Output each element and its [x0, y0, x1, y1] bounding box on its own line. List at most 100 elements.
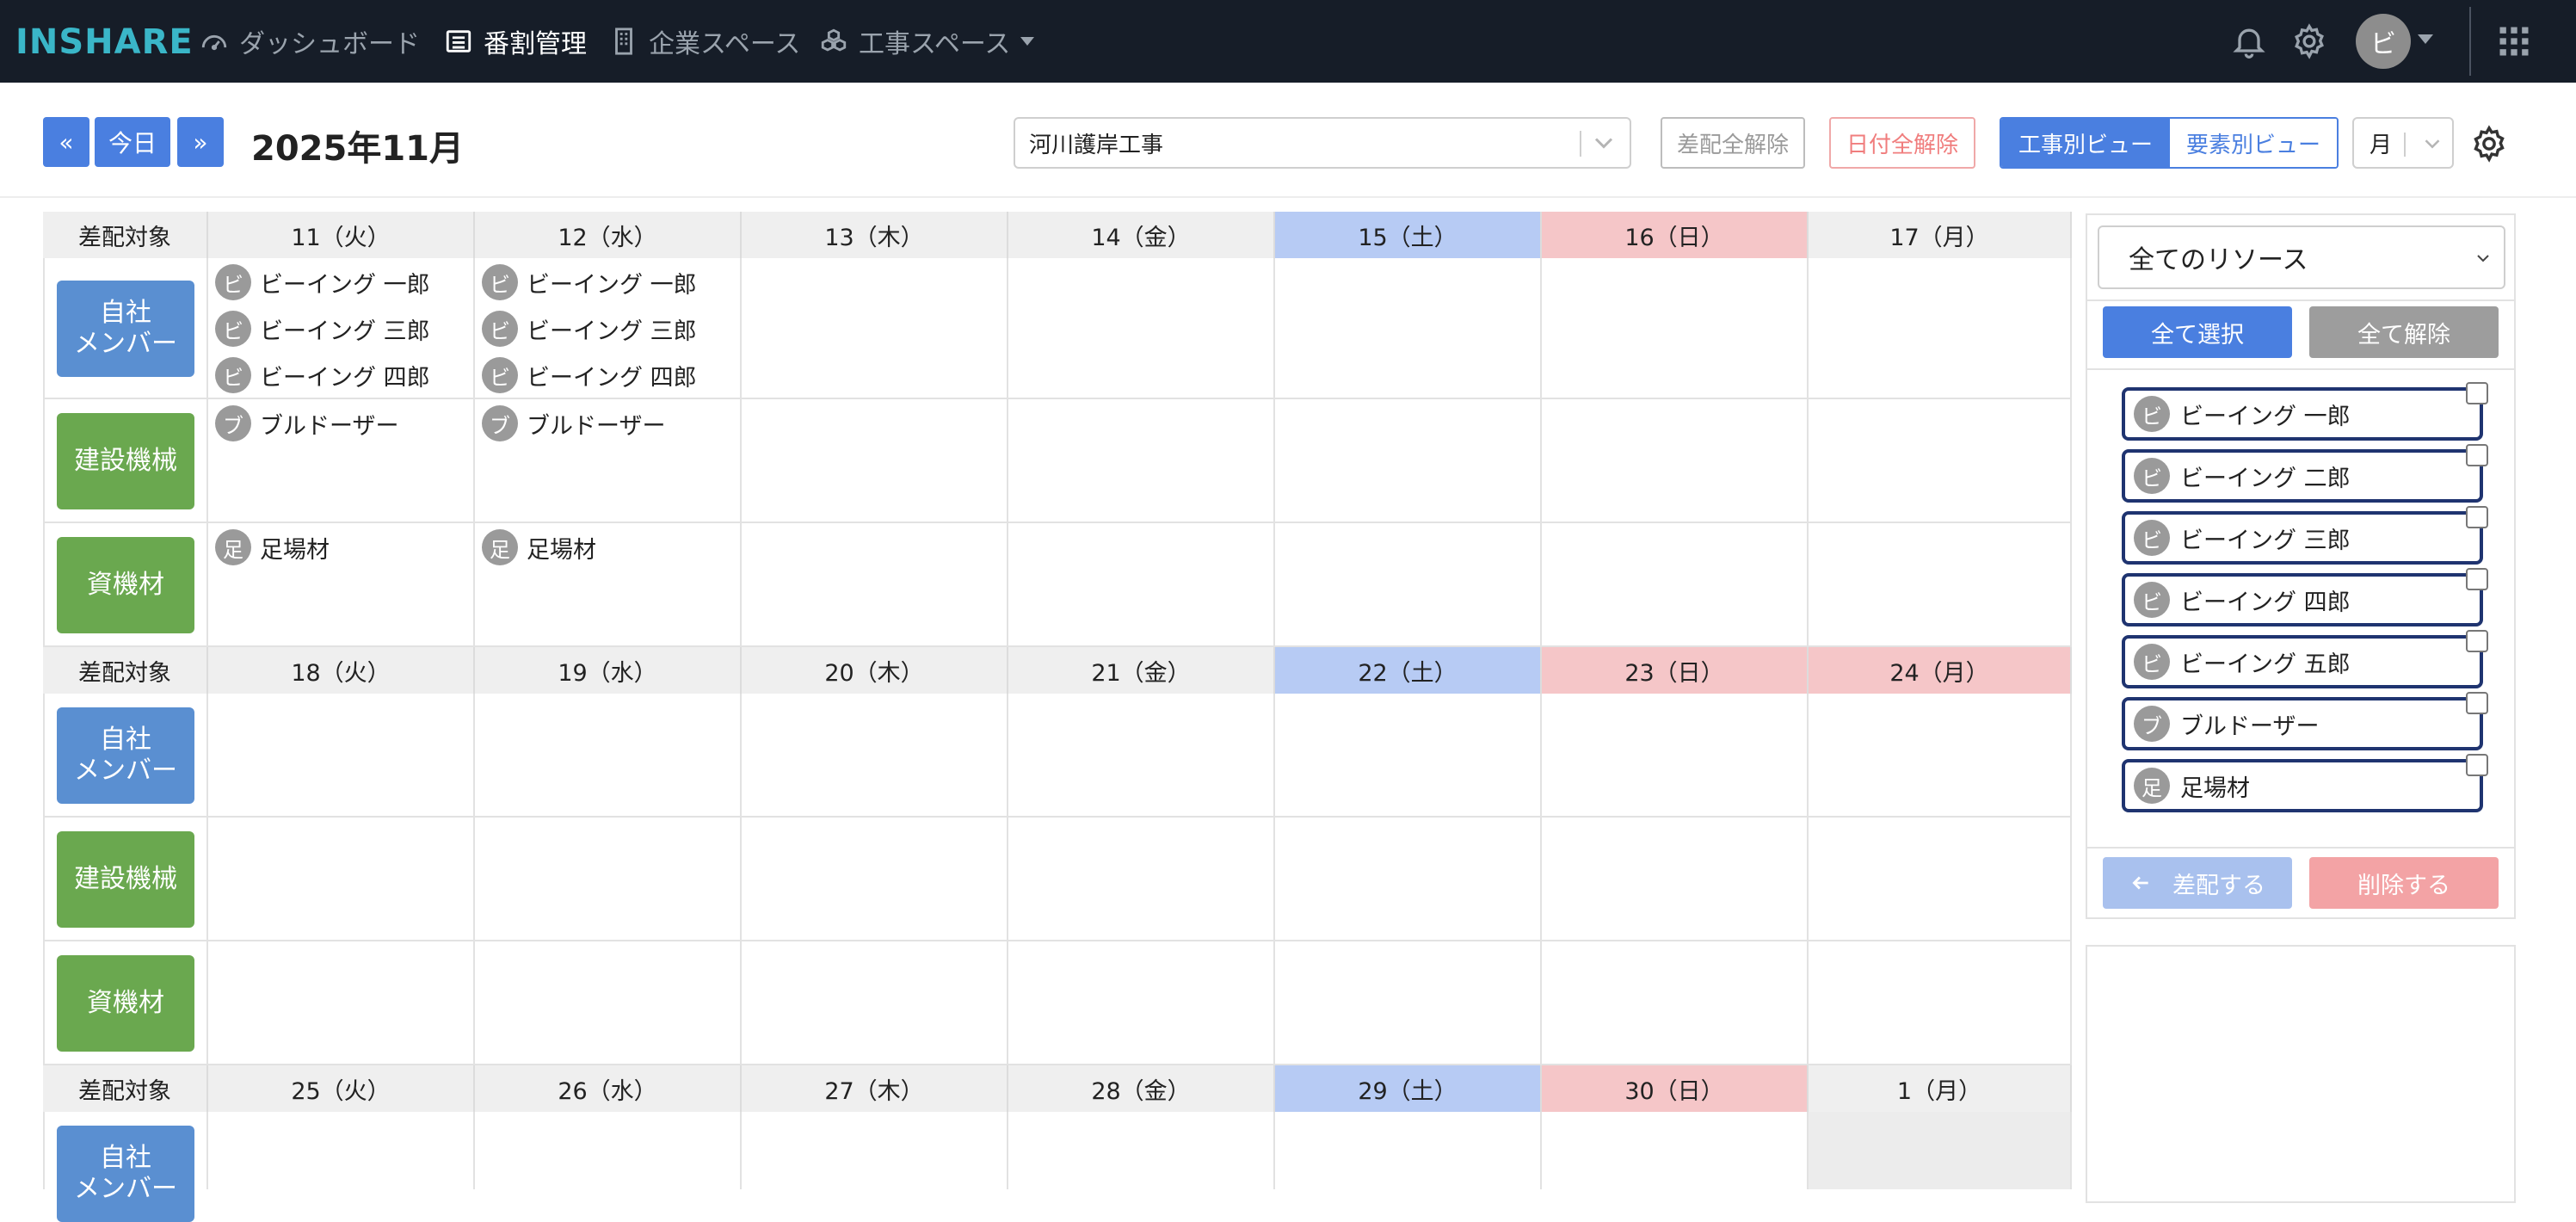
day-cell[interactable] [742, 694, 1008, 818]
resource-item[interactable]: 足足場材 [2122, 754, 2488, 812]
day-cell[interactable] [1008, 1112, 1275, 1189]
clear-all-dates-button[interactable]: 日付全解除 [1829, 117, 1975, 169]
day-cell[interactable] [1542, 523, 1809, 647]
resource-checkbox[interactable] [2466, 568, 2488, 590]
day-cell[interactable] [1809, 523, 2072, 647]
day-cell[interactable] [475, 1112, 742, 1189]
day-header-sunday: 23（日） [1542, 647, 1809, 694]
day-cell[interactable] [1275, 818, 1542, 941]
day-cell[interactable] [742, 399, 1008, 523]
day-cell[interactable] [1809, 818, 2072, 941]
day-cell[interactable] [742, 258, 1008, 399]
day-cell[interactable] [1542, 399, 1809, 523]
day-cell[interactable]: 足足場材 [475, 523, 742, 647]
resource-checkbox[interactable] [2466, 754, 2488, 776]
day-cell[interactable] [1008, 523, 1275, 647]
clear-all-assignments-button[interactable]: 差配全解除 [1661, 117, 1805, 169]
day-cell[interactable] [742, 523, 1008, 647]
day-cell[interactable]: ビビーイング 一郎 ビビーイング 三郎 ビビーイング 四郎 [208, 258, 475, 399]
next-month-button[interactable]: » [177, 117, 224, 167]
assigned-resource-chip[interactable]: 足足場材 [215, 528, 330, 566]
day-cell[interactable] [208, 818, 475, 941]
resource-checkbox[interactable] [2466, 506, 2488, 528]
day-cell[interactable] [1275, 523, 1542, 647]
day-cell[interactable] [1008, 818, 1275, 941]
gear-icon[interactable] [2290, 22, 2328, 60]
deselect-all-button[interactable]: 全て解除 [2309, 306, 2499, 358]
day-cell[interactable] [1275, 1112, 1542, 1189]
assigned-resource-chip[interactable]: ビビーイング 四郎 [482, 356, 697, 394]
day-cell[interactable] [1542, 694, 1809, 818]
nav-construction-space[interactable]: 工事スペース [819, 22, 1035, 60]
day-cell[interactable] [1275, 694, 1542, 818]
assigned-resource-chip[interactable]: ブブルドーザー [482, 404, 665, 442]
day-cell[interactable] [1275, 941, 1542, 1065]
period-select[interactable]: 月 [2352, 117, 2454, 169]
day-cell[interactable]: ブブルドーザー [475, 399, 742, 523]
resource-checkbox[interactable] [2466, 692, 2488, 714]
resource-checkbox[interactable] [2466, 444, 2488, 466]
assign-button[interactable]: 差配する [2103, 857, 2292, 909]
day-cell[interactable] [742, 1112, 1008, 1189]
day-cell[interactable] [208, 694, 475, 818]
resource-checkbox[interactable] [2466, 630, 2488, 652]
user-avatar[interactable]: ビ [2356, 14, 2411, 69]
day-cell[interactable]: 足足場材 [208, 523, 475, 647]
day-cell[interactable] [1809, 258, 2072, 399]
day-cell[interactable] [1275, 258, 1542, 399]
today-button[interactable]: 今日 [95, 117, 170, 167]
resource-item[interactable]: ビビーイング 五郎 [2122, 630, 2488, 688]
assigned-resource-chip[interactable]: 足足場材 [482, 528, 596, 566]
apps-grid-icon[interactable] [2495, 22, 2533, 60]
day-cell[interactable] [1542, 258, 1809, 399]
day-cell[interactable] [1542, 818, 1809, 941]
assigned-resource-chip[interactable]: ビビーイング 一郎 [482, 263, 697, 301]
day-cell[interactable] [742, 941, 1008, 1065]
day-cell-next-month[interactable] [1809, 1112, 2072, 1189]
day-cell[interactable] [1008, 399, 1275, 523]
resource-item[interactable]: ビビーイング 四郎 [2122, 568, 2488, 626]
settings-gear-icon[interactable] [2469, 124, 2509, 164]
day-cell[interactable]: ビビーイング 一郎 ビビーイング 三郎 ビビーイング 四郎 [475, 258, 742, 399]
nav-shift-management[interactable]: 番割管理 [444, 22, 587, 60]
nav-dashboard[interactable]: ダッシュボード [200, 22, 420, 60]
assigned-resource-chip[interactable]: ビビーイング 一郎 [215, 263, 430, 301]
day-header-holiday: 24（月） [1809, 647, 2072, 694]
day-cell[interactable] [1275, 399, 1542, 523]
user-menu-chevron-icon[interactable] [2418, 34, 2433, 44]
project-view-tab[interactable]: 工事別ビュー [2001, 119, 2170, 167]
bell-icon[interactable] [2230, 22, 2268, 60]
day-cell[interactable] [1008, 258, 1275, 399]
element-view-tab[interactable]: 要素別ビュー [2170, 119, 2337, 167]
day-cell[interactable] [1008, 694, 1275, 818]
day-cell[interactable] [475, 694, 742, 818]
select-all-button[interactable]: 全て選択 [2103, 306, 2292, 358]
assigned-resource-chip[interactable]: ビビーイング 四郎 [215, 356, 430, 394]
assigned-resource-chip[interactable]: ビビーイング 三郎 [215, 310, 430, 348]
assigned-resource-chip[interactable]: ブブルドーザー [215, 404, 398, 442]
day-cell[interactable] [1008, 941, 1275, 1065]
project-select[interactable]: 河川護岸工事 [1014, 117, 1631, 169]
resource-filter-select[interactable]: 全てのリソース [2098, 225, 2505, 289]
day-cell[interactable] [1542, 1112, 1809, 1189]
day-cell[interactable] [208, 1112, 475, 1189]
resource-item[interactable]: ビビーイング 一郎 [2122, 382, 2488, 441]
day-cell[interactable] [1809, 399, 2072, 523]
day-cell[interactable] [1809, 694, 2072, 818]
resource-checkbox[interactable] [2466, 382, 2488, 404]
day-cell[interactable] [1809, 941, 2072, 1065]
prev-month-button[interactable]: « [43, 117, 89, 167]
resource-item[interactable]: ビビーイング 三郎 [2122, 506, 2488, 565]
nav-company-space[interactable]: 企業スペース [609, 22, 800, 60]
resource-item[interactable]: ブブルドーザー [2122, 692, 2488, 750]
day-cell[interactable] [475, 818, 742, 941]
day-cell[interactable] [742, 818, 1008, 941]
day-cell[interactable]: ブブルドーザー [208, 399, 475, 523]
assigned-resource-chip[interactable]: ビビーイング 三郎 [482, 310, 697, 348]
delete-button[interactable]: 削除する [2309, 857, 2499, 909]
day-cell[interactable] [475, 941, 742, 1065]
day-cell[interactable] [1542, 941, 1809, 1065]
app-logo[interactable]: INSHARE [15, 22, 194, 62]
resource-item[interactable]: ビビーイング 二郎 [2122, 444, 2488, 503]
day-cell[interactable] [208, 941, 475, 1065]
